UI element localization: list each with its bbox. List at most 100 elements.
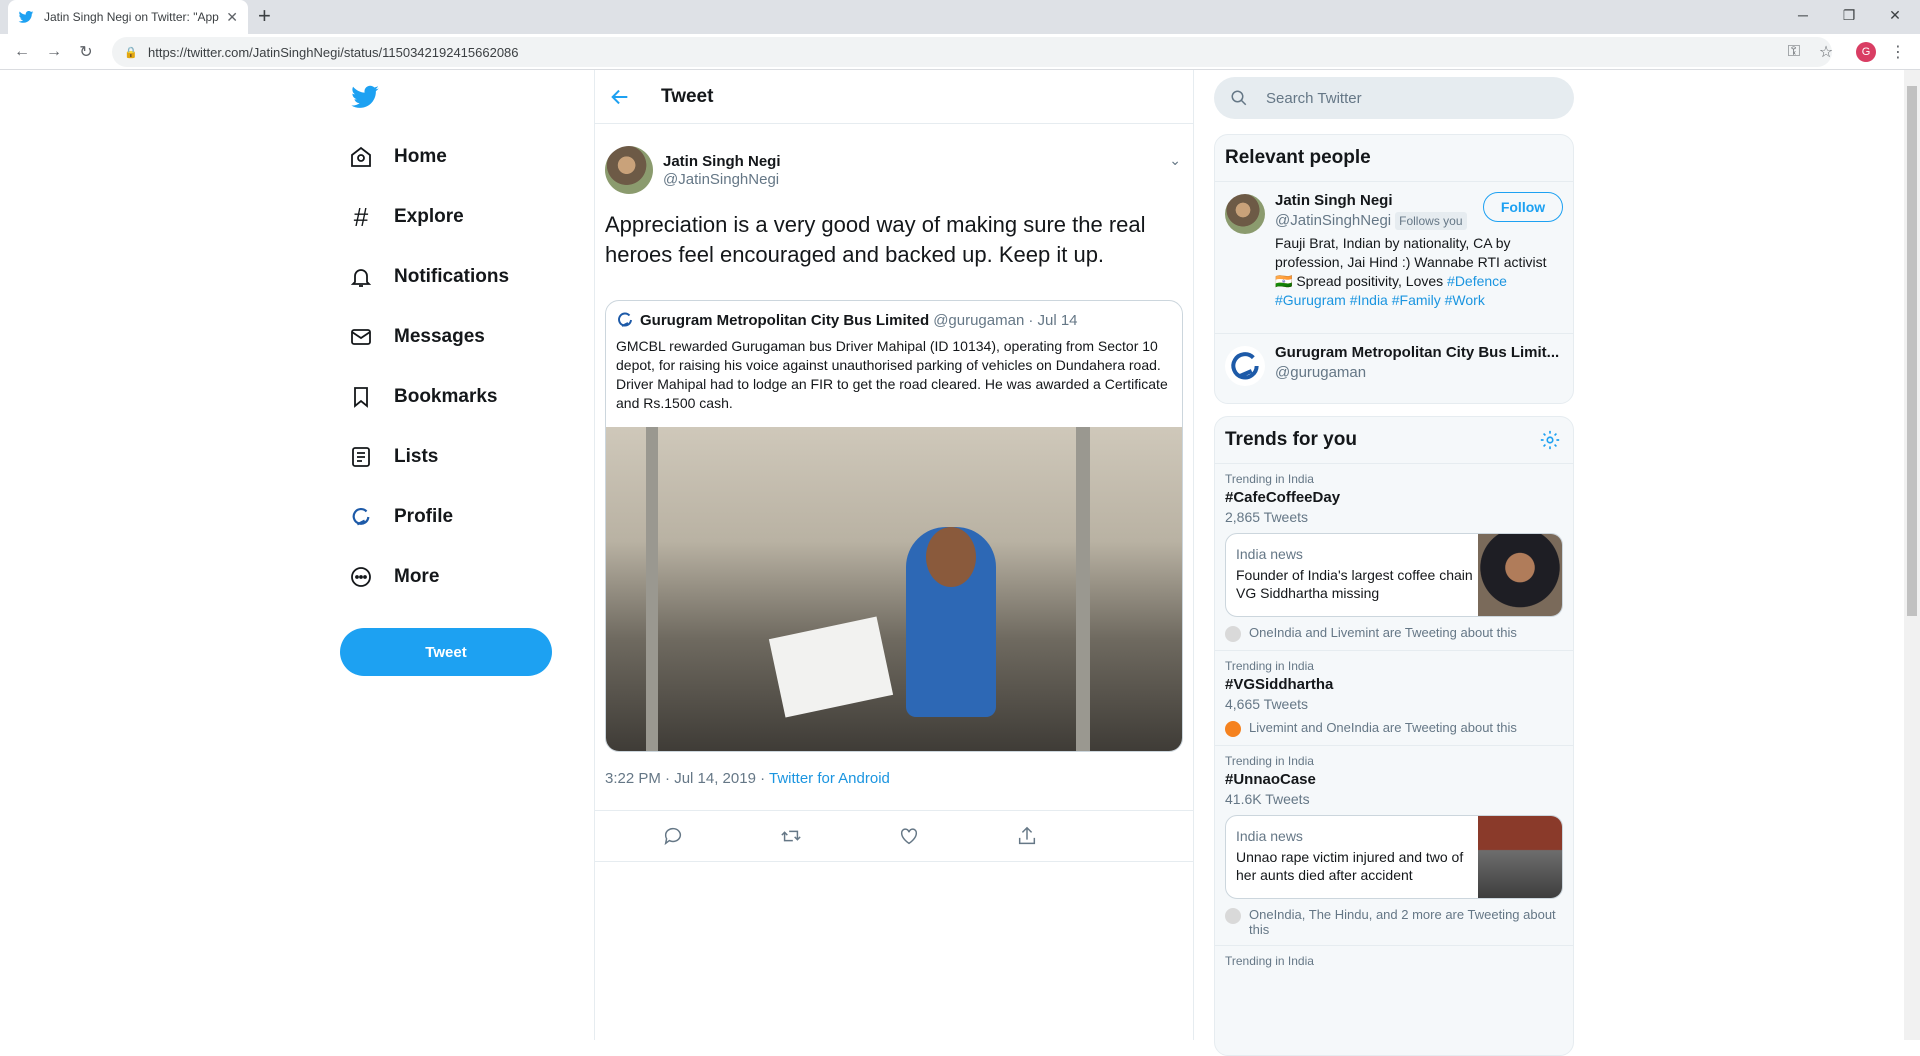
photo-pole [1076, 427, 1090, 751]
minimize-icon[interactable]: ─ [1780, 0, 1826, 30]
retweet-icon[interactable] [780, 825, 802, 847]
home-icon [348, 144, 374, 170]
trend-hashtag[interactable]: #UnnaoCase [1225, 771, 1563, 788]
tweeting-about: OneIndia and Livemint are Tweeting about… [1225, 625, 1563, 642]
trends-card: Trends for you Trending in India #CafeCo… [1214, 416, 1574, 1056]
key-icon[interactable]: ⚿ [1784, 42, 1804, 62]
reply-icon[interactable] [662, 825, 684, 847]
url-text: https://twitter.com/JatinSinghNegi/statu… [148, 44, 519, 60]
tweet-actions [595, 810, 1193, 862]
new-tab-icon[interactable]: + [258, 5, 271, 27]
nav-home[interactable]: Home [348, 134, 447, 180]
main-column: Tweet Jatin Singh Negi @JatinSinghNegi ⌄… [594, 70, 1194, 1040]
news-thumbnail [1478, 816, 1562, 898]
nav-more[interactable]: More [348, 554, 439, 600]
menu-dots-icon[interactable]: ⋮ [1888, 42, 1908, 62]
trend-news-card[interactable]: India news Unnao rape victim injured and… [1225, 815, 1563, 899]
news-thumbnail [1478, 534, 1562, 616]
trend-hashtag[interactable]: #VGSiddhartha [1225, 676, 1563, 693]
tweet-source-link[interactable]: Twitter for Android [769, 770, 890, 787]
trend-item[interactable]: Trending in India #VGSiddhartha 4,665 Tw… [1215, 650, 1573, 745]
relevant-people-title: Relevant people [1225, 147, 1371, 168]
forward-icon[interactable]: → [44, 42, 64, 62]
browser-tab[interactable]: Jatin Singh Negi on Twitter: "App ✕ [8, 0, 248, 34]
person-handle[interactable]: @JatinSinghNegi [1275, 212, 1391, 229]
trend-item[interactable]: Trending in India [1215, 945, 1573, 976]
nav-notifications[interactable]: Notifications [348, 254, 509, 300]
close-window-icon[interactable]: ✕ [1872, 0, 1918, 30]
nav-messages[interactable]: Messages [348, 314, 485, 360]
trends-title: Trends for you [1225, 429, 1357, 450]
left-sidebar: Home # Explore Notifications Messages Bo… [340, 70, 590, 1040]
tweeting-text: Livemint and OneIndia are Tweeting about… [1249, 720, 1517, 735]
nav-profile-label: Profile [394, 506, 454, 527]
relevant-person[interactable]: Gurugram Metropolitan City Bus Limit... … [1215, 333, 1573, 395]
maximize-icon[interactable]: ❐ [1826, 0, 1872, 30]
source-avatar [1225, 908, 1241, 924]
quoted-tweet[interactable]: Gurugram Metropolitan City Bus Limited @… [605, 300, 1183, 752]
tweeting-about: OneIndia, The Hindu, and 2 more are Twee… [1225, 907, 1563, 937]
person-handle-row: @JatinSinghNegi Follows you [1275, 212, 1467, 230]
main-header: Tweet [595, 70, 1193, 124]
follow-button[interactable]: Follow [1483, 192, 1563, 222]
person-avatar[interactable] [1225, 194, 1265, 234]
person-name[interactable]: Jatin Singh Negi [1275, 192, 1393, 209]
scrollbar-thumb[interactable] [1907, 86, 1917, 616]
reload-icon[interactable]: ↻ [76, 42, 96, 62]
tweeting-about: Livemint and OneIndia are Tweeting about… [1225, 720, 1563, 737]
trend-count: 2,865 Tweets [1225, 509, 1309, 525]
quote-date: · Jul 14 [1028, 311, 1078, 329]
tweeting-text: OneIndia, The Hindu, and 2 more are Twee… [1249, 907, 1556, 937]
tab-close-icon[interactable]: ✕ [226, 9, 238, 26]
nav-explore[interactable]: # Explore [348, 194, 464, 240]
nav-profile[interactable]: Profile [348, 494, 453, 540]
page-scrollbar[interactable] [1904, 70, 1920, 1040]
tab-title: Jatin Singh Negi on Twitter: "App [44, 10, 219, 24]
back-icon[interactable]: ← [12, 42, 32, 62]
share-icon[interactable] [1016, 825, 1038, 847]
twitter-logo-icon[interactable] [350, 82, 380, 112]
trend-item[interactable]: Trending in India #UnnaoCase 41.6K Tweet… [1215, 745, 1573, 945]
quote-author-name[interactable]: Gurugram Metropolitan City Bus Limited [640, 312, 929, 329]
bookmark-star-icon[interactable]: ☆ [1816, 42, 1836, 62]
list-icon [348, 444, 374, 470]
author-name[interactable]: Jatin Singh Negi [663, 153, 781, 170]
page-title: Tweet [661, 85, 714, 107]
nav-bookmarks-label: Bookmarks [394, 386, 498, 407]
relevant-person[interactable]: Jatin Singh Negi @JatinSinghNegi Follows … [1215, 181, 1573, 333]
chevron-down-icon[interactable]: ⌄ [1169, 152, 1181, 169]
gmcbl-logo-icon[interactable] [1225, 346, 1265, 386]
address-bar[interactable]: 🔒 https://twitter.com/JatinSinghNegi/sta… [112, 37, 1832, 67]
like-heart-icon[interactable] [898, 825, 920, 847]
quote-author-handle[interactable]: @gurugaman [933, 312, 1024, 329]
search-input[interactable]: Search Twitter [1214, 77, 1574, 119]
news-context: India news [1236, 828, 1303, 844]
quote-photo[interactable] [606, 427, 1182, 751]
tweet-author[interactable]: Jatin Singh Negi @JatinSinghNegi [605, 146, 781, 194]
nav-notifications-label: Notifications [394, 266, 510, 287]
hashtag-icon: # [353, 201, 369, 232]
author-handle[interactable]: @JatinSinghNegi [663, 171, 781, 188]
profile-avatar[interactable]: G [1856, 42, 1876, 62]
gear-icon[interactable] [1539, 429, 1561, 451]
person-name[interactable]: Gurugram Metropolitan City Bus Limit... [1275, 344, 1559, 361]
nav-lists[interactable]: Lists [348, 434, 438, 480]
browser-toolbar: ← → ↻ 🔒 https://twitter.com/JatinSinghNe… [0, 34, 1920, 70]
browser-tab-strip: Jatin Singh Negi on Twitter: "App ✕ + ─ … [0, 0, 1920, 34]
source-avatar [1225, 626, 1241, 642]
relevant-people-card: Relevant people Jatin Singh Negi @JatinS… [1214, 134, 1574, 404]
trend-news-card[interactable]: India news Founder of India's largest co… [1225, 533, 1563, 617]
nav-bookmarks[interactable]: Bookmarks [348, 374, 498, 420]
tweet-button[interactable]: Tweet [340, 628, 552, 676]
author-avatar[interactable] [605, 146, 653, 194]
quote-text: GMCBL rewarded Gurugaman bus Driver Mahi… [616, 338, 1168, 411]
nav-lists-label: Lists [394, 446, 439, 467]
trend-item[interactable]: Trending in India #CafeCoffeeDay 2,865 T… [1215, 463, 1573, 650]
search-icon [1231, 90, 1247, 106]
twitter-bird-icon [18, 11, 34, 23]
person-handle[interactable]: @gurugaman [1275, 364, 1366, 381]
trend-hashtag[interactable]: #CafeCoffeeDay [1225, 489, 1563, 506]
photo-driver-head [926, 527, 976, 587]
person-bio: Fauji Brat, Indian by nationality, CA by… [1275, 234, 1565, 310]
back-arrow-icon[interactable] [609, 86, 631, 108]
